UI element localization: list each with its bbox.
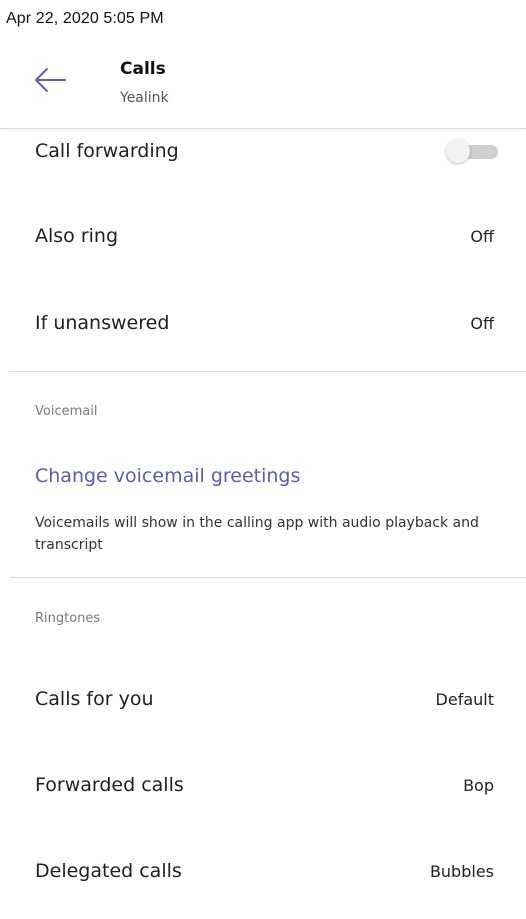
- also-ring-value: Off: [470, 227, 494, 246]
- call-forwarding-toggle[interactable]: [446, 139, 498, 163]
- change-voicemail-greetings-link[interactable]: Change voicemail greetings: [35, 465, 300, 487]
- ringtone-label: Forwarded calls: [35, 774, 184, 796]
- ringtone-label: Calls for you: [35, 688, 154, 710]
- voicemail-description: Voicemails will show in the calling app …: [35, 515, 479, 553]
- arrow-left-icon: [35, 68, 66, 92]
- call-forwarding-label: Call forwarding: [35, 140, 179, 162]
- ringtone-value: Bubbles: [429, 862, 494, 881]
- ringtones-section-label: Ringtones: [35, 611, 101, 626]
- ringtone-value: Bop: [463, 776, 494, 795]
- voicemail-section-label: Voicemail: [35, 404, 98, 419]
- back-button[interactable]: [30, 62, 70, 98]
- also-ring-label: Also ring: [35, 225, 119, 247]
- page-subtitle: Yealink: [120, 90, 169, 106]
- ringtone-row-forwarded-calls[interactable]: Forwarded calls Bop: [0, 756, 526, 816]
- if-unanswered-row[interactable]: If unanswered Off: [0, 292, 526, 352]
- divider: [10, 577, 526, 578]
- ringtone-row-calls-for-you[interactable]: Calls for you Default: [0, 670, 526, 730]
- status-bar-datetime: Apr 22, 2020 5:05 PM: [6, 10, 164, 27]
- ringtone-label: Delegated calls: [35, 860, 182, 882]
- page-header: Calls Yealink: [0, 44, 526, 129]
- also-ring-row[interactable]: Also ring Off: [0, 205, 526, 265]
- ringtone-value: Default: [435, 690, 494, 709]
- page-title: Calls: [120, 59, 166, 79]
- ringtone-row-delegated-calls[interactable]: Delegated calls Bubbles: [0, 842, 526, 902]
- if-unanswered-label: If unanswered: [35, 312, 170, 334]
- divider: [10, 371, 526, 372]
- if-unanswered-value: Off: [470, 314, 494, 333]
- toggle-thumb: [446, 139, 470, 163]
